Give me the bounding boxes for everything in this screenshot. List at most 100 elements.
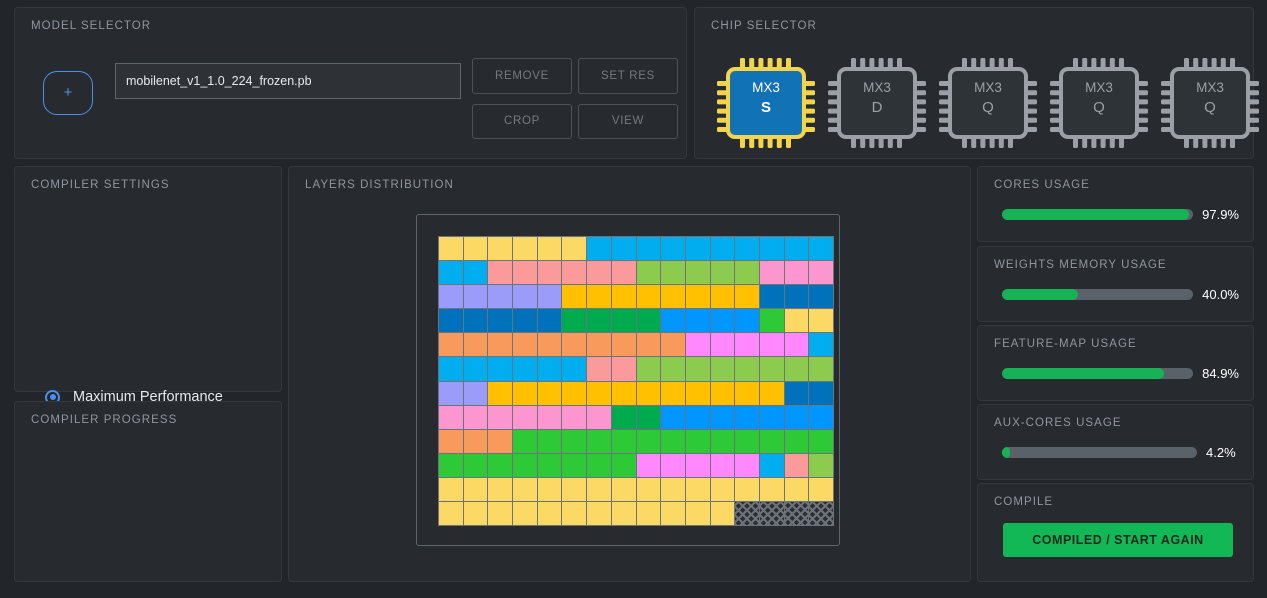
layer-cell[interactable]: [686, 430, 710, 453]
layer-cell[interactable]: [785, 406, 809, 429]
layer-cell[interactable]: [562, 237, 586, 260]
layer-cell[interactable]: [735, 357, 759, 380]
layer-cell[interactable]: [439, 309, 463, 332]
layer-cell[interactable]: [612, 285, 636, 308]
layer-cell[interactable]: [538, 382, 562, 405]
layer-cell[interactable]: [587, 382, 611, 405]
layer-cell[interactable]: [587, 285, 611, 308]
layer-cell[interactable]: [735, 454, 759, 477]
layer-cell[interactable]: [809, 382, 833, 405]
chip-option-mx3-s[interactable]: MX3 S: [711, 54, 821, 152]
layer-cell[interactable]: [562, 261, 586, 284]
layer-cell[interactable]: [711, 261, 735, 284]
layer-cell[interactable]: [612, 261, 636, 284]
layer-cell[interactable]: [661, 333, 685, 356]
layer-cell[interactable]: [637, 382, 661, 405]
layer-cell[interactable]: [439, 333, 463, 356]
layer-cell[interactable]: [587, 333, 611, 356]
layer-cell[interactable]: [488, 285, 512, 308]
layer-cell[interactable]: [637, 357, 661, 380]
layer-cell[interactable]: [562, 285, 586, 308]
layer-cell[interactable]: [686, 382, 710, 405]
layer-cell[interactable]: [538, 478, 562, 501]
layer-cell[interactable]: [760, 454, 784, 477]
layer-cell[interactable]: [661, 261, 685, 284]
layer-cell[interactable]: [562, 478, 586, 501]
layer-cell[interactable]: [538, 406, 562, 429]
layer-cell[interactable]: [686, 357, 710, 380]
layer-cell[interactable]: [785, 261, 809, 284]
layer-cell[interactable]: [587, 454, 611, 477]
layer-cell[interactable]: [587, 309, 611, 332]
layer-cell[interactable]: [760, 237, 784, 260]
layer-cell[interactable]: [562, 430, 586, 453]
layer-cell[interactable]: [785, 333, 809, 356]
layer-cell[interactable]: [760, 478, 784, 501]
layer-cell[interactable]: [439, 382, 463, 405]
layer-cell[interactable]: [637, 237, 661, 260]
layer-cell[interactable]: [612, 237, 636, 260]
layer-cell[interactable]: [513, 237, 537, 260]
layer-cell[interactable]: [735, 333, 759, 356]
layer-cell[interactable]: [562, 406, 586, 429]
layer-cell[interactable]: [439, 406, 463, 429]
chip-option-mx3-q[interactable]: MX3 Q: [1044, 54, 1154, 152]
layer-cell[interactable]: [809, 333, 833, 356]
layer-cell[interactable]: [439, 478, 463, 501]
view-button[interactable]: VIEW: [578, 104, 678, 139]
layer-cell[interactable]: [809, 406, 833, 429]
layer-cell[interactable]: [612, 478, 636, 501]
layer-cell[interactable]: [637, 285, 661, 308]
layer-cell[interactable]: [587, 357, 611, 380]
layer-cell[interactable]: [785, 237, 809, 260]
layer-cell[interactable]: [760, 309, 784, 332]
layer-cell[interactable]: [612, 502, 636, 525]
layer-cell[interactable]: [513, 502, 537, 525]
layer-cell[interactable]: [538, 261, 562, 284]
layer-cell[interactable]: [661, 357, 685, 380]
layer-cell[interactable]: [637, 309, 661, 332]
layer-cell[interactable]: [488, 454, 512, 477]
layer-cell[interactable]: [711, 406, 735, 429]
layer-cell[interactable]: [488, 406, 512, 429]
layer-cell[interactable]: [488, 502, 512, 525]
layer-cell[interactable]: [562, 454, 586, 477]
layer-cell[interactable]: [439, 237, 463, 260]
layer-cell[interactable]: [785, 382, 809, 405]
layer-cell[interactable]: [439, 357, 463, 380]
layer-cell[interactable]: [439, 285, 463, 308]
layer-cell[interactable]: [711, 333, 735, 356]
layer-cell[interactable]: [809, 261, 833, 284]
layer-cell[interactable]: [735, 285, 759, 308]
layer-cell[interactable]: [587, 261, 611, 284]
layer-cell[interactable]: [637, 333, 661, 356]
layer-cell[interactable]: [464, 237, 488, 260]
layer-cell[interactable]: [809, 478, 833, 501]
layer-cell[interactable]: [562, 333, 586, 356]
layer-cell[interactable]: [809, 309, 833, 332]
layer-cell[interactable]: [464, 454, 488, 477]
layer-cell-empty[interactable]: [785, 502, 809, 525]
layer-cell[interactable]: [464, 502, 488, 525]
layer-cell[interactable]: [735, 261, 759, 284]
layer-cell[interactable]: [735, 237, 759, 260]
layer-cell[interactable]: [661, 237, 685, 260]
layer-cell[interactable]: [538, 357, 562, 380]
layer-cell[interactable]: [612, 333, 636, 356]
chip-option-mx3-q[interactable]: MX3 Q: [1155, 54, 1265, 152]
layer-cell[interactable]: [809, 357, 833, 380]
layer-cell[interactable]: [562, 309, 586, 332]
layer-cell[interactable]: [562, 382, 586, 405]
layer-cell[interactable]: [809, 454, 833, 477]
layer-cell[interactable]: [513, 430, 537, 453]
layer-cell[interactable]: [661, 309, 685, 332]
layer-cell[interactable]: [637, 261, 661, 284]
layer-cell[interactable]: [538, 285, 562, 308]
layer-cell[interactable]: [686, 478, 710, 501]
layer-cell[interactable]: [785, 357, 809, 380]
layer-cell[interactable]: [711, 478, 735, 501]
layer-cell[interactable]: [661, 430, 685, 453]
layer-cell-empty[interactable]: [809, 502, 833, 525]
chip-option-mx3-d[interactable]: MX3 D: [822, 54, 932, 152]
layer-cell[interactable]: [661, 502, 685, 525]
